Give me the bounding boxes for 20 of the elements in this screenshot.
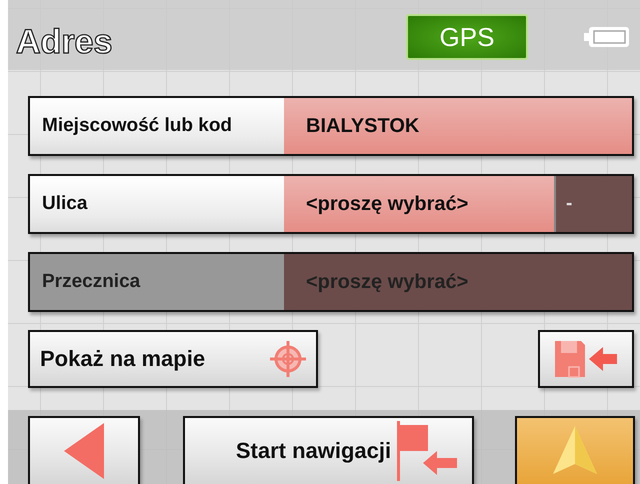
address-field[interactable]: Miejscowość lub kod BIALYSTOK [28,96,634,156]
navigation-arrow-icon [553,426,597,476]
gps-indicator[interactable]: GPS [406,14,528,60]
address-field[interactable]: Ulica <proszę wybrać> - [28,174,634,234]
show-on-map-button[interactable]: Pokaż na mapie [28,330,318,388]
field-clear: - [554,176,632,232]
field-label: Przecznica [30,254,284,310]
start-navigation-button[interactable]: Start nawigacji [183,416,474,484]
back-button[interactable] [28,416,140,484]
battery-icon [584,26,630,48]
field-value: <proszę wybrać> [284,254,632,310]
save-button[interactable] [538,330,634,388]
crosshair-icon [268,339,308,379]
field-value: BIALYSTOK [284,98,632,154]
field-label: Miejscowość lub kod [30,98,284,154]
field-value: <proszę wybrać> [284,176,554,232]
field-label: Ulica [30,176,284,232]
left-arrow-icon [62,423,106,479]
navigation-button[interactable] [515,416,635,484]
screen-title: Adres [16,22,112,62]
